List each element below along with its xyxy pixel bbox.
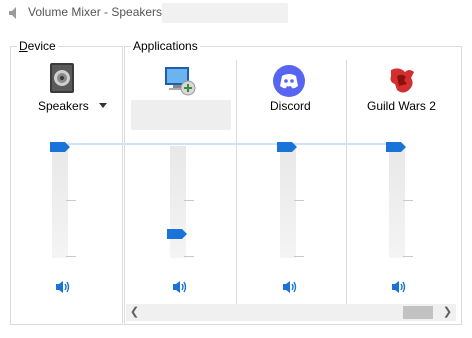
applications-group-label: Applications <box>131 39 200 53</box>
window-title: Volume Mixer - Speakers <box>28 5 163 19</box>
speaker-device-icon <box>50 63 74 93</box>
column-divider <box>346 60 347 304</box>
scroll-left-arrow-icon[interactable]: ❮ <box>126 304 143 321</box>
title-redacted-area <box>162 3 288 23</box>
app-name-guild-wars-2: Guild Wars 2 <box>367 99 436 113</box>
slider-tick <box>403 256 413 257</box>
slider-tick <box>184 200 194 201</box>
scrollbar-thumb[interactable] <box>403 306 433 319</box>
device-volume-thumb[interactable] <box>50 142 70 152</box>
discord-mute-speaker-icon[interactable] <box>281 279 299 295</box>
app-volume-slider-1[interactable] <box>170 146 186 258</box>
app-name-discord: Discord <box>270 99 311 113</box>
discord-volume-slider[interactable] <box>280 146 296 258</box>
app-mute-speaker-icon-1[interactable] <box>171 279 189 295</box>
discord-icon <box>273 65 305 97</box>
system-sounds-monitor-icon <box>165 67 196 96</box>
slider-tick <box>403 200 413 201</box>
guild-wars-2-volume-slider[interactable] <box>389 146 405 258</box>
device-group-label: Device <box>17 39 58 53</box>
slider-tick <box>184 256 194 257</box>
horizontal-scrollbar[interactable]: ❮ ❯ <box>126 304 456 321</box>
device-volume-slider[interactable] <box>52 146 68 258</box>
app-volume-thumb-1[interactable] <box>167 229 187 239</box>
title-bar: Volume Mixer - Speakers <box>0 0 472 26</box>
slider-tick <box>294 256 304 257</box>
master-volume-link-line <box>68 143 402 145</box>
guild-wars-2-mute-speaker-icon[interactable] <box>390 279 408 295</box>
scroll-right-arrow-icon[interactable]: ❯ <box>439 304 456 321</box>
device-mute-speaker-icon[interactable] <box>54 279 72 295</box>
app-name-redacted-area <box>131 100 231 130</box>
slider-tick <box>66 256 76 257</box>
guild-wars-2-volume-thumb[interactable] <box>386 142 406 152</box>
chevron-down-icon[interactable] <box>99 103 107 108</box>
speaker-icon <box>9 7 16 19</box>
slider-tick <box>294 200 304 201</box>
discord-volume-thumb[interactable] <box>277 142 297 152</box>
slider-tick <box>66 200 76 201</box>
guild-wars-2-icon <box>390 68 414 93</box>
device-select[interactable]: Speakers <box>38 99 89 113</box>
column-divider <box>236 60 237 304</box>
